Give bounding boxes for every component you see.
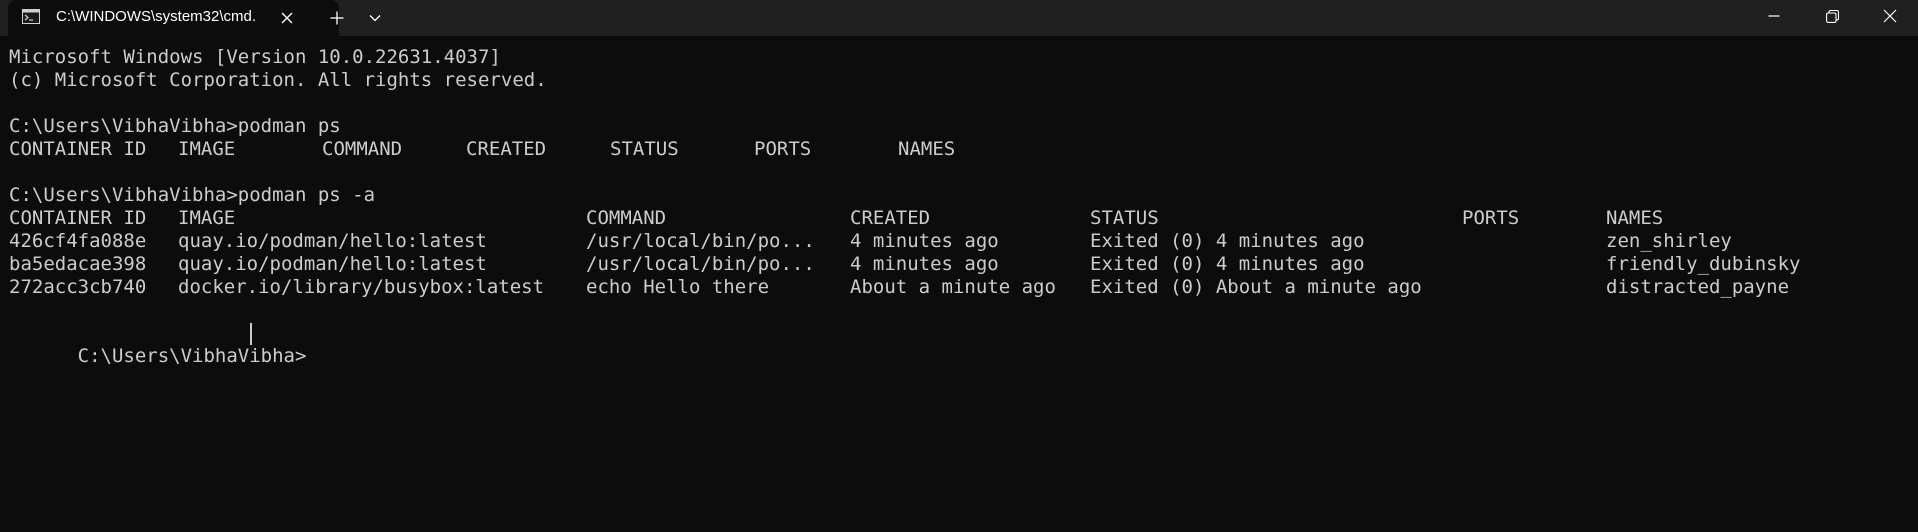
text-cursor — [250, 323, 252, 345]
container-id: 426cf4fa088e — [9, 230, 147, 252]
column-header: NAMES — [1606, 207, 1664, 229]
names-value: zen_shirley — [1606, 230, 1732, 252]
image-name: quay.io/podman/hello:latest — [178, 230, 487, 252]
tab-cmd[interactable]: C:\WINDOWS\system32\cmd. — [8, 0, 339, 36]
column-header: NAMES — [898, 138, 956, 160]
column-header: CREATED — [466, 138, 547, 160]
copyright-line: (c) Microsoft Corporation. All rights re… — [9, 69, 547, 91]
image-name: quay.io/podman/hello:latest — [178, 253, 487, 275]
new-tab-plus-icon[interactable] — [322, 5, 352, 31]
terminal-output[interactable]: Microsoft Windows [Version 10.0.22631.40… — [0, 36, 1918, 532]
names-value: distracted_payne — [1606, 276, 1790, 298]
column-header: STATUS — [1090, 207, 1159, 229]
container-id: ba5edacae398 — [9, 253, 147, 275]
column-header: COMMAND — [586, 207, 667, 229]
column-header: CREATED — [850, 207, 931, 229]
tab-title: C:\WINDOWS\system32\cmd. — [56, 8, 257, 25]
names-value: friendly_dubinsky — [1606, 253, 1801, 275]
column-header: STATUS — [610, 138, 679, 160]
status-value: Exited (0) 4 minutes ago — [1090, 253, 1365, 275]
column-header: COMMAND — [322, 138, 403, 160]
command-prompt[interactable]: C:\Users\VibhaVibha> — [9, 322, 307, 367]
created-value: About a minute ago — [850, 276, 1056, 298]
column-header: PORTS — [1462, 207, 1520, 229]
close-icon[interactable] — [1862, 0, 1918, 32]
prompt-text: C:\Users\VibhaVibha> — [77, 345, 307, 367]
container-id: 272acc3cb740 — [9, 276, 147, 298]
column-header: IMAGE — [178, 138, 236, 160]
created-value: 4 minutes ago — [850, 230, 999, 252]
close-tab-icon[interactable] — [274, 5, 300, 31]
command-value: /usr/local/bin/po... — [586, 253, 815, 275]
cmd-icon — [22, 9, 40, 24]
column-header: CONTAINER ID — [9, 138, 147, 160]
column-header: IMAGE — [178, 207, 236, 229]
command-value: /usr/local/bin/po... — [586, 230, 815, 252]
terminal-window: C:\WINDOWS\system32\cmd. Microsoft Windo… — [0, 0, 1918, 532]
column-header: PORTS — [754, 138, 812, 160]
title-bar[interactable]: C:\WINDOWS\system32\cmd. — [0, 0, 1918, 36]
restore-icon[interactable] — [1804, 0, 1860, 32]
created-value: 4 minutes ago — [850, 253, 999, 275]
command-value: echo Hello there — [586, 276, 770, 298]
version-line: Microsoft Windows [Version 10.0.22631.40… — [9, 46, 501, 68]
command-line: C:\Users\VibhaVibha>podman ps — [9, 115, 341, 137]
chevron-down-icon[interactable] — [360, 5, 390, 31]
image-name: docker.io/library/busybox:latest — [178, 276, 545, 298]
column-header: CONTAINER ID — [9, 207, 147, 229]
status-value: Exited (0) 4 minutes ago — [1090, 230, 1365, 252]
command-line: C:\Users\VibhaVibha>podman ps -a — [9, 184, 376, 206]
minimize-icon[interactable] — [1746, 0, 1802, 32]
status-value: Exited (0) About a minute ago — [1090, 276, 1422, 298]
